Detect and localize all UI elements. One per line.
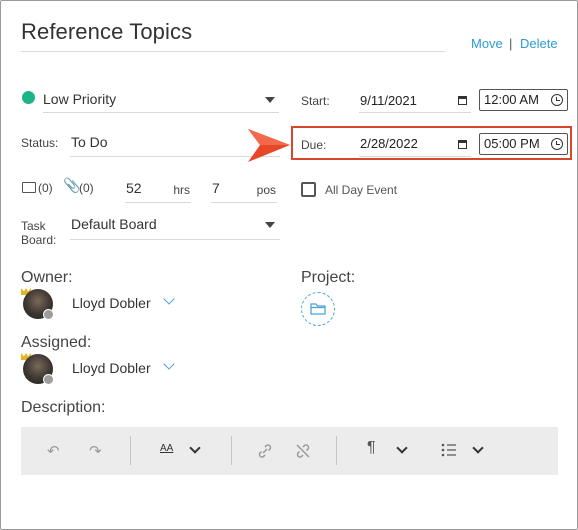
unlink-icon[interactable] <box>295 443 311 459</box>
toolbar-divider <box>336 436 337 465</box>
toolbar-divider <box>231 436 232 465</box>
project-label: Project: <box>301 269 356 286</box>
chevron-down-icon[interactable] <box>472 442 484 454</box>
notes-count: (0) <box>38 181 53 195</box>
notes-icon[interactable] <box>22 182 36 193</box>
owner-label: Owner: <box>21 269 73 286</box>
attachments-count: (0) <box>79 181 94 195</box>
due-date-value: 2/28/2022 <box>360 136 418 151</box>
assigned-name[interactable]: Lloyd Dobler <box>72 360 151 376</box>
task-dialog: Reference Topics Move | Delete Low Prior… <box>0 0 578 530</box>
clock-icon[interactable] <box>551 94 563 106</box>
start-date-input[interactable]: 9/11/2021 <box>359 87 471 113</box>
position-value: 7 <box>212 180 220 196</box>
delete-link[interactable]: Delete <box>520 36 558 51</box>
due-label: Due: <box>301 138 327 152</box>
chevron-down-icon[interactable] <box>189 442 201 454</box>
clock-icon[interactable] <box>551 138 563 150</box>
task-board-label-line1: Task <box>21 219 46 233</box>
start-time-value: 12:00 AM <box>484 92 539 107</box>
priority-select[interactable]: Low Priority <box>43 87 279 113</box>
status-label: Status: <box>21 136 59 150</box>
start-time-input[interactable]: 12:00 AM <box>479 89 568 111</box>
hours-field[interactable]: 52 hrs <box>125 175 191 203</box>
start-date-value: 9/11/2021 <box>360 93 417 108</box>
list-icon[interactable] <box>441 443 457 457</box>
due-date-input[interactable]: 2/28/2022 <box>359 131 471 157</box>
paragraph-icon[interactable]: ¶ <box>367 439 376 457</box>
folder-icon <box>310 303 326 315</box>
project-picker[interactable] <box>301 292 335 326</box>
position-unit: pos <box>256 183 276 197</box>
page-title[interactable]: Reference Topics <box>21 19 445 45</box>
attachment-icon[interactable]: 📎 <box>63 177 80 194</box>
position-field[interactable]: 7 pos <box>211 175 277 203</box>
status-value: To Do <box>71 134 108 150</box>
due-time-input[interactable]: 05:00 PM <box>479 133 568 155</box>
toolbar-divider <box>130 436 131 465</box>
due-time-value: 05:00 PM <box>484 136 540 151</box>
chevron-down-icon[interactable] <box>163 358 175 370</box>
task-board-label-line2: Board: <box>21 233 57 247</box>
all-day-label: All Day Event <box>325 183 398 197</box>
editor-toolbar: ↶ ↷ AA ¶ <box>21 427 558 475</box>
all-day-checkbox[interactable] <box>301 182 316 197</box>
task-board-select[interactable]: Default Board <box>70 212 280 240</box>
link-icon[interactable] <box>257 443 273 459</box>
chevron-down-icon <box>265 222 275 228</box>
calendar-icon[interactable] <box>458 96 467 105</box>
hours-value: 52 <box>126 180 142 196</box>
undo-icon[interactable]: ↶ <box>47 442 60 460</box>
presence-dot-icon <box>43 374 54 385</box>
priority-value: Low Priority <box>43 91 117 107</box>
calendar-icon[interactable] <box>458 140 467 149</box>
callout-arrow-icon <box>248 129 290 162</box>
description-label: Description: <box>21 399 106 416</box>
title-underline: Reference Topics <box>21 19 445 52</box>
task-board-value: Default Board <box>71 216 157 232</box>
priority-dot-icon <box>22 91 35 104</box>
owner-name[interactable]: Lloyd Dobler <box>72 295 151 311</box>
header-separator: | <box>509 36 513 51</box>
chevron-down-icon[interactable] <box>163 293 175 305</box>
chevron-down-icon[interactable] <box>396 442 408 454</box>
hours-unit: hrs <box>173 183 190 197</box>
move-link[interactable]: Move <box>471 36 503 51</box>
redo-icon[interactable]: ↷ <box>89 442 102 460</box>
font-size-icon[interactable]: AA <box>160 443 173 454</box>
presence-dot-icon <box>43 309 54 320</box>
chevron-down-icon <box>265 97 275 103</box>
start-label: Start: <box>301 94 330 108</box>
assigned-label: Assigned: <box>21 334 92 351</box>
